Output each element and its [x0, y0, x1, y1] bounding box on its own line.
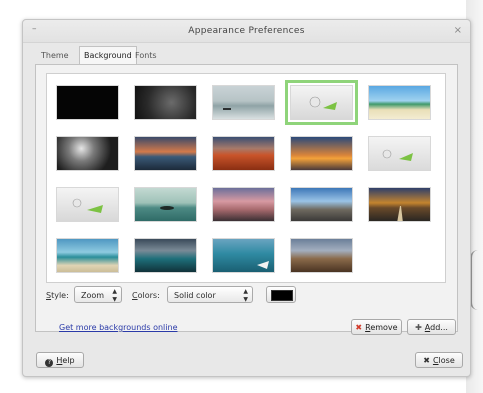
wallpaper-tropical-beach[interactable]: [368, 85, 431, 120]
wallpaper-autumn-field[interactable]: [212, 136, 275, 171]
wallpaper-teal-beach[interactable]: [56, 238, 119, 273]
wallpaper-black-solid[interactable]: [56, 85, 119, 120]
plus-icon: ✚: [415, 323, 422, 332]
help-icon: ?: [45, 359, 54, 367]
appearance-preferences-window: – Appearance Preferences × Theme Backgro…: [22, 19, 471, 377]
desktop-wire: [470, 250, 483, 310]
up-down-arrows-icon: ▲ ▼: [112, 288, 117, 303]
wallpaper-stormy-sea[interactable]: [134, 238, 197, 273]
wallpaper-pink-sky-rocks[interactable]: [212, 187, 275, 222]
tab-background[interactable]: Background: [79, 46, 137, 65]
wallpaper-dark-rock-texture[interactable]: [134, 85, 197, 120]
wallpaper-gallery: [46, 73, 446, 283]
wallpaper-lake-boat[interactable]: [212, 85, 275, 120]
close-button[interactable]: ✖ Close: [415, 352, 463, 368]
wallpaper-city-road[interactable]: [290, 187, 353, 222]
tab-theme[interactable]: Theme: [37, 48, 73, 64]
help-button[interactable]: ? Help: [36, 352, 84, 368]
wallpaper-orange-sunset[interactable]: [290, 136, 353, 171]
wallpaper-sunset-coast[interactable]: [134, 136, 197, 171]
add-button[interactable]: ✚ Add...: [407, 319, 456, 335]
colors-label: Colors:: [132, 291, 160, 300]
wallpaper-green-fish-toy-3[interactable]: [56, 187, 119, 222]
x-icon: ✖: [355, 323, 363, 332]
style-select[interactable]: Zoom ▲ ▼: [74, 286, 122, 303]
colors-select-value: Solid color: [174, 291, 216, 300]
get-more-backgrounds-link[interactable]: Get more backgrounds online: [59, 323, 178, 332]
colors-select[interactable]: Solid color ▲ ▼: [167, 286, 253, 303]
tab-fonts[interactable]: Fonts: [131, 48, 161, 64]
window-title: Appearance Preferences: [188, 26, 305, 36]
wallpaper-green-fish-toy-2[interactable]: [368, 136, 431, 171]
up-down-arrows-icon: ▲ ▼: [243, 288, 248, 303]
color-swatch: [271, 290, 293, 301]
window-close-icon[interactable]: ×: [454, 25, 462, 36]
wallpaper-monochrome-abstract[interactable]: [56, 136, 119, 171]
wallpaper-green-fish-toy[interactable]: [285, 80, 358, 125]
background-tab-panel: Style: Zoom ▲ ▼ Colors: Solid color ▲ ▼: [35, 64, 458, 332]
style-select-value: Zoom: [81, 291, 105, 300]
wallpaper-teal-boat[interactable]: [212, 238, 275, 273]
color-picker-button[interactable]: [266, 286, 296, 303]
wallpaper-desert-road[interactable]: [368, 187, 431, 222]
style-label: Style:: [46, 291, 69, 300]
wallpaper-island-sea[interactable]: [134, 187, 197, 222]
title-bar[interactable]: – Appearance Preferences ×: [23, 20, 470, 43]
wallpaper-rocky-hills[interactable]: [290, 238, 353, 273]
remove-button[interactable]: ✖ Remove: [351, 319, 402, 335]
close-icon: ✖: [423, 356, 430, 365]
